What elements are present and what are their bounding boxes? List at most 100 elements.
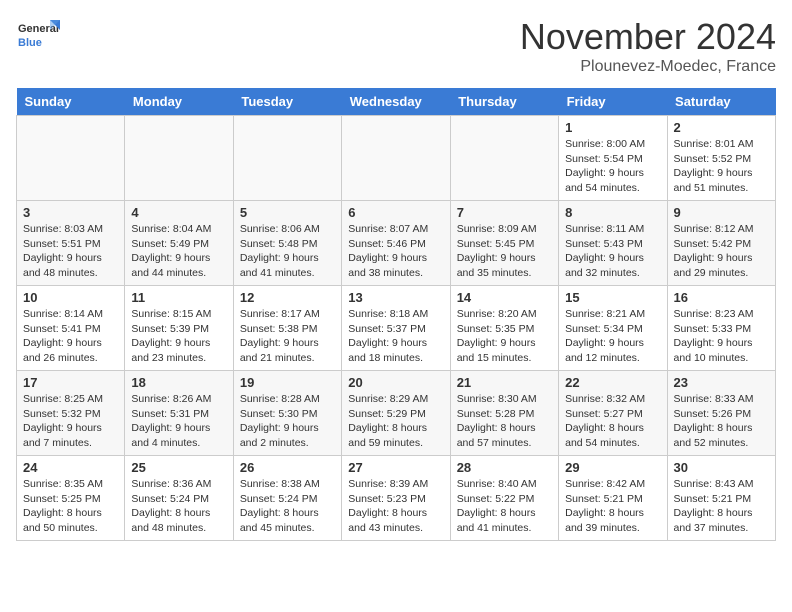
day-number: 16 [674,290,769,305]
day-info: Sunrise: 8:29 AMSunset: 5:29 PMDaylight:… [348,392,443,451]
day-info: Sunrise: 8:11 AMSunset: 5:43 PMDaylight:… [565,222,660,281]
calendar-header-row: Sunday Monday Tuesday Wednesday Thursday… [17,88,776,116]
logo: General Blue [16,16,60,60]
day-number: 18 [131,375,226,390]
table-row: 27 Sunrise: 8:39 AMSunset: 5:23 PMDayligh… [342,456,450,541]
table-row: 17Sunrise: 8:25 AMSunset: 5:32 PMDayligh… [17,371,125,456]
table-row: 10 Sunrise: 8:14 AMSunset: 5:41 PMDayligh… [17,286,125,371]
table-row: 16 Sunrise: 8:23 AMSunset: 5:33 PMDayligh… [667,286,775,371]
table-row: 12 Sunrise: 8:17 AMSunset: 5:38 PMDayligh… [233,286,341,371]
day-info: Sunrise: 8:15 AMSunset: 5:39 PMDaylight:… [131,307,226,366]
month-title: November 2024 [520,16,776,58]
table-row: 11Sunrise: 8:15 AMSunset: 5:39 PMDayligh… [125,286,233,371]
table-row: 5 Sunrise: 8:06 AMSunset: 5:48 PMDaylight… [233,201,341,286]
day-info: Sunrise: 8:28 AMSunset: 5:30 PMDaylight:… [240,392,335,451]
day-number: 4 [131,205,226,220]
day-number: 29 [565,460,660,475]
header-sunday: Sunday [17,88,125,116]
logo-icon: General Blue [16,16,60,60]
table-row: 14 Sunrise: 8:20 AMSunset: 5:35 PMDayligh… [450,286,558,371]
day-info: Sunrise: 8:04 AMSunset: 5:49 PMDaylight:… [131,222,226,281]
table-row: 18Sunrise: 8:26 AMSunset: 5:31 PMDayligh… [125,371,233,456]
day-number: 27 [348,460,443,475]
table-row: 3 Sunrise: 8:03 AMSunset: 5:51 PMDaylight… [17,201,125,286]
day-number: 25 [131,460,226,475]
day-info: Sunrise: 8:35 AMSunset: 5:25 PMDaylight:… [23,477,118,536]
table-row: 20 Sunrise: 8:29 AMSunset: 5:29 PMDayligh… [342,371,450,456]
day-info: Sunrise: 8:14 AMSunset: 5:41 PMDaylight:… [23,307,118,366]
day-info: Sunrise: 8:43 AMSunset: 5:21 PMDaylight:… [674,477,769,536]
day-info: Sunrise: 8:07 AMSunset: 5:46 PMDaylight:… [348,222,443,281]
day-info: Sunrise: 8:21 AMSunset: 5:34 PMDaylight:… [565,307,660,366]
day-number: 6 [348,205,443,220]
calendar-week-row: 1 Sunrise: 8:00 AMSunset: 5:54 PMDaylight… [17,116,776,201]
day-info: Sunrise: 8:06 AMSunset: 5:48 PMDaylight:… [240,222,335,281]
day-info: Sunrise: 8:09 AMSunset: 5:45 PMDaylight:… [457,222,552,281]
day-number: 20 [348,375,443,390]
day-number: 1 [565,120,660,135]
day-number: 17 [23,375,118,390]
svg-text:Blue: Blue [18,37,42,49]
calendar-week-row: 10 Sunrise: 8:14 AMSunset: 5:41 PMDayligh… [17,286,776,371]
table-row: 15 Sunrise: 8:21 AMSunset: 5:34 PMDayligh… [559,286,667,371]
day-info: Sunrise: 8:36 AMSunset: 5:24 PMDaylight:… [131,477,226,536]
day-number: 7 [457,205,552,220]
table-row: 30 Sunrise: 8:43 AMSunset: 5:21 PMDayligh… [667,456,775,541]
header-monday: Monday [125,88,233,116]
day-number: 15 [565,290,660,305]
day-number: 30 [674,460,769,475]
day-info: Sunrise: 8:20 AMSunset: 5:35 PMDaylight:… [457,307,552,366]
day-info: Sunrise: 8:42 AMSunset: 5:21 PMDaylight:… [565,477,660,536]
day-info: Sunrise: 8:23 AMSunset: 5:33 PMDaylight:… [674,307,769,366]
day-number: 22 [565,375,660,390]
table-row [17,116,125,201]
table-row: 22 Sunrise: 8:32 AMSunset: 5:27 PMDayligh… [559,371,667,456]
day-number: 23 [674,375,769,390]
day-number: 26 [240,460,335,475]
day-info: Sunrise: 8:39 AMSunset: 5:23 PMDaylight:… [348,477,443,536]
table-row [450,116,558,201]
day-info: Sunrise: 8:40 AMSunset: 5:22 PMDaylight:… [457,477,552,536]
table-row: 13 Sunrise: 8:18 AMSunset: 5:37 PMDayligh… [342,286,450,371]
day-info: Sunrise: 8:03 AMSunset: 5:51 PMDaylight:… [23,222,118,281]
header: General Blue November 2024 Plounevez-Moe… [16,16,776,76]
header-tuesday: Tuesday [233,88,341,116]
day-info: Sunrise: 8:18 AMSunset: 5:37 PMDaylight:… [348,307,443,366]
day-number: 13 [348,290,443,305]
table-row: 7 Sunrise: 8:09 AMSunset: 5:45 PMDaylight… [450,201,558,286]
table-row: 21 Sunrise: 8:30 AMSunset: 5:28 PMDayligh… [450,371,558,456]
table-row: 6 Sunrise: 8:07 AMSunset: 5:46 PMDaylight… [342,201,450,286]
table-row: 25 Sunrise: 8:36 AMSunset: 5:24 PMDayligh… [125,456,233,541]
day-number: 24 [23,460,118,475]
calendar-week-row: 3 Sunrise: 8:03 AMSunset: 5:51 PMDaylight… [17,201,776,286]
table-row: 23 Sunrise: 8:33 AMSunset: 5:26 PMDayligh… [667,371,775,456]
day-number: 12 [240,290,335,305]
table-row: 2Sunrise: 8:01 AMSunset: 5:52 PMDaylight… [667,116,775,201]
day-info: Sunrise: 8:32 AMSunset: 5:27 PMDaylight:… [565,392,660,451]
day-info: Sunrise: 8:30 AMSunset: 5:28 PMDaylight:… [457,392,552,451]
day-number: 3 [23,205,118,220]
calendar-week-row: 24 Sunrise: 8:35 AMSunset: 5:25 PMDayligh… [17,456,776,541]
title-area: November 2024 Plounevez-Moedec, France [520,16,776,76]
location-title: Plounevez-Moedec, France [520,58,776,76]
day-info: Sunrise: 8:12 AMSunset: 5:42 PMDaylight:… [674,222,769,281]
day-number: 28 [457,460,552,475]
header-wednesday: Wednesday [342,88,450,116]
day-number: 10 [23,290,118,305]
day-number: 14 [457,290,552,305]
table-row: 28 Sunrise: 8:40 AMSunset: 5:22 PMDayligh… [450,456,558,541]
day-info: Sunrise: 8:00 AMSunset: 5:54 PMDaylight:… [565,137,660,196]
day-number: 19 [240,375,335,390]
day-number: 5 [240,205,335,220]
day-info: Sunrise: 8:33 AMSunset: 5:26 PMDaylight:… [674,392,769,451]
table-row: 8 Sunrise: 8:11 AMSunset: 5:43 PMDaylight… [559,201,667,286]
table-row [342,116,450,201]
day-number: 8 [565,205,660,220]
table-row [125,116,233,201]
day-number: 21 [457,375,552,390]
day-info: Sunrise: 8:17 AMSunset: 5:38 PMDaylight:… [240,307,335,366]
table-row: 9Sunrise: 8:12 AMSunset: 5:42 PMDaylight… [667,201,775,286]
table-row [233,116,341,201]
table-row: 29 Sunrise: 8:42 AMSunset: 5:21 PMDayligh… [559,456,667,541]
day-number: 2 [674,120,769,135]
